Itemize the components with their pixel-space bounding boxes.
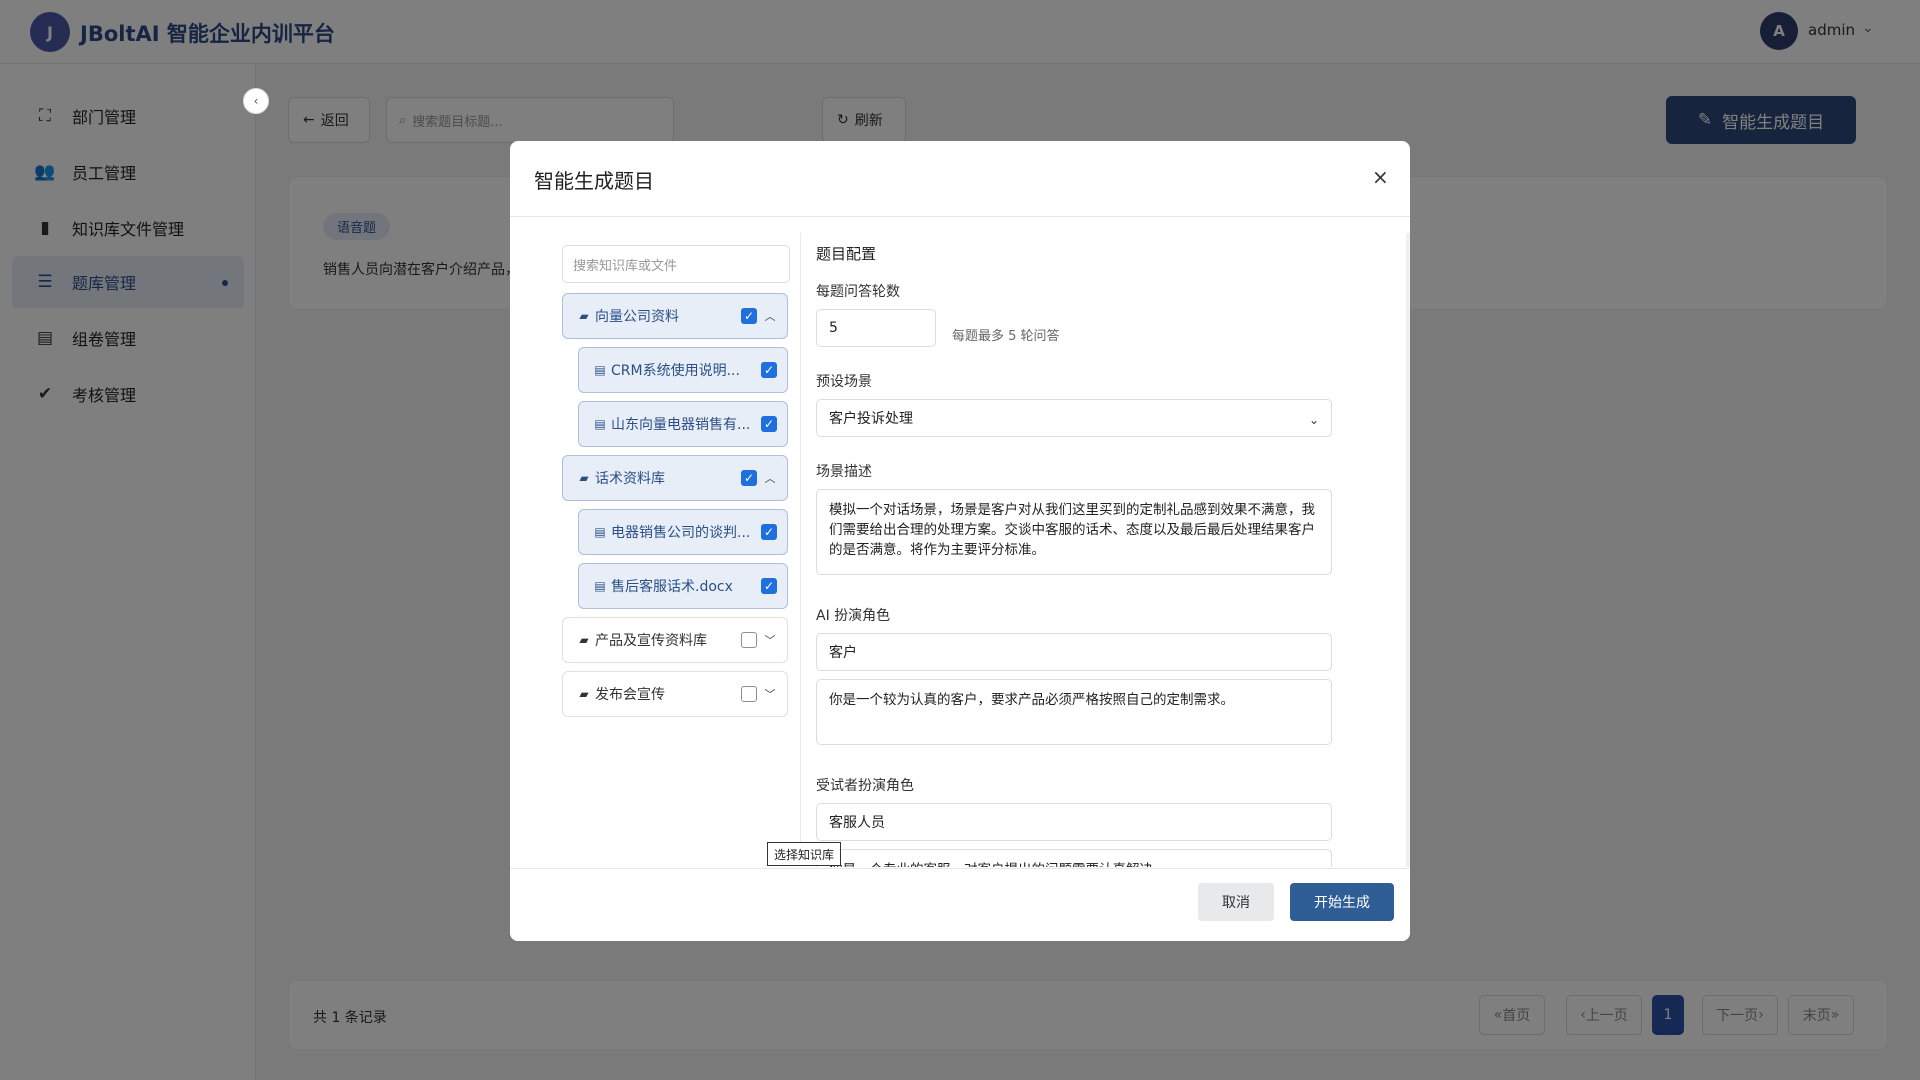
question-config-panel: 题目配置 每题问答轮数 5 每题最多 5 轮问答 预设场景 客户投诉处理 ⌄ 场…: [816, 233, 1382, 867]
scene-select[interactable]: 客户投诉处理 ⌄: [816, 399, 1332, 437]
trainee-role-desc-textarea[interactable]: 你是一个专业的客服，对客户提出的问题需要认真解决...: [816, 849, 1332, 867]
tree-folder-row[interactable]: ▰ 发布会宣传 ﹀: [562, 671, 788, 717]
pane-divider: [800, 233, 801, 863]
scene-label: 预设场景: [816, 374, 872, 390]
config-title: 题目配置: [816, 245, 877, 263]
sidebar-collapse-button[interactable]: ‹: [243, 88, 269, 114]
folder-open-icon: ▰: [579, 471, 589, 485]
folder-icon: ▰: [579, 687, 589, 701]
cancel-button[interactable]: 取消: [1198, 883, 1274, 921]
checkbox[interactable]: ✓: [761, 362, 777, 378]
tree-file-row[interactable]: ▤ 山东向量电器销售有... ✓: [578, 401, 788, 447]
checkbox[interactable]: [741, 686, 757, 702]
checkbox[interactable]: [741, 632, 757, 648]
tree-folder-row[interactable]: ▰ 产品及宣传资料库 ﹀: [562, 617, 788, 663]
tree-label: 产品及宣传资料库: [595, 633, 707, 649]
rounds-hint: 每题最多 5 轮问答: [952, 329, 1060, 344]
tree-label: 话术资料库: [595, 471, 665, 487]
chevron-up-icon[interactable]: ︿: [763, 470, 777, 486]
tree-label: CRM系统使用说明...: [611, 363, 740, 379]
generate-questions-modal: 智能生成题目 × 搜索知识库或文件 ▰ 向量公司资料 ✓ ︿ ▤ CRM系统使用…: [510, 141, 1410, 941]
kb-search-input[interactable]: 搜索知识库或文件: [562, 245, 790, 283]
modal-header: 智能生成题目 ×: [510, 141, 1410, 217]
folder-open-icon: ▰: [579, 309, 589, 323]
modal-footer: 取消 开始生成: [510, 868, 1410, 941]
checkbox[interactable]: ✓: [761, 524, 777, 540]
checkbox[interactable]: ✓: [761, 416, 777, 432]
start-generate-button[interactable]: 开始生成: [1290, 883, 1394, 921]
scene-desc-textarea[interactable]: 模拟一个对话场景，场景是客户对从我们这里买到的定制礼品感到效果不满意，我们需要给…: [816, 489, 1332, 575]
close-icon[interactable]: ×: [1372, 165, 1389, 189]
chevron-up-icon[interactable]: ︿: [763, 308, 777, 324]
ai-role-desc-textarea[interactable]: 你是一个较为认真的客户，要求产品必须严格按照自己的定制需求。: [816, 679, 1332, 745]
checkbox[interactable]: ✓: [741, 308, 757, 324]
chevron-down-icon[interactable]: ﹀: [763, 686, 777, 702]
checkbox[interactable]: ✓: [741, 470, 757, 486]
rounds-input[interactable]: 5: [816, 309, 936, 347]
scene-desc-label: 场景描述: [816, 464, 872, 480]
tree-label: 电器销售公司的谈判...: [611, 525, 751, 541]
tree-file-row[interactable]: ▤ 电器销售公司的谈判... ✓: [578, 509, 788, 555]
tree-label: 山东向量电器销售有...: [611, 417, 751, 433]
knowledge-selector: 搜索知识库或文件 ▰ 向量公司资料 ✓ ︿ ▤ CRM系统使用说明... ✓ ▤…: [540, 231, 790, 865]
file-icon: ▤: [594, 417, 606, 431]
tree-label: 发布会宣传: [595, 687, 665, 703]
ai-role-label: AI 扮演角色: [816, 608, 891, 624]
chevron-down-icon: ⌄: [1308, 413, 1319, 427]
file-icon: ▤: [594, 579, 606, 593]
chevron-down-icon[interactable]: ﹀: [763, 632, 777, 648]
trainee-role-label: 受试者扮演角色: [816, 778, 914, 794]
tree-folder-row[interactable]: ▰ 向量公司资料 ✓ ︿: [562, 293, 788, 339]
trainee-role-input[interactable]: 客服人员: [816, 803, 1332, 841]
tree-file-row[interactable]: ▤ CRM系统使用说明... ✓: [578, 347, 788, 393]
folder-icon: ▰: [579, 633, 589, 647]
tooltip: 选择知识库: [767, 842, 842, 866]
file-icon: ▤: [594, 525, 606, 539]
tree-file-row[interactable]: ▤ 售后客服话术.docx ✓: [578, 563, 788, 609]
ai-role-input[interactable]: 客户: [816, 633, 1332, 671]
file-icon: ▤: [594, 363, 606, 377]
tree-folder-row[interactable]: ▰ 话术资料库 ✓ ︿: [562, 455, 788, 501]
tree-label: 售后客服话术.docx: [611, 579, 733, 595]
tree-label: 向量公司资料: [595, 309, 679, 325]
checkbox[interactable]: ✓: [761, 578, 777, 594]
modal-title: 智能生成题目: [534, 169, 654, 193]
scene-select-value: 客户投诉处理: [829, 411, 913, 427]
config-scrollbar[interactable]: [1406, 233, 1410, 867]
rounds-label: 每题问答轮数: [816, 284, 900, 300]
